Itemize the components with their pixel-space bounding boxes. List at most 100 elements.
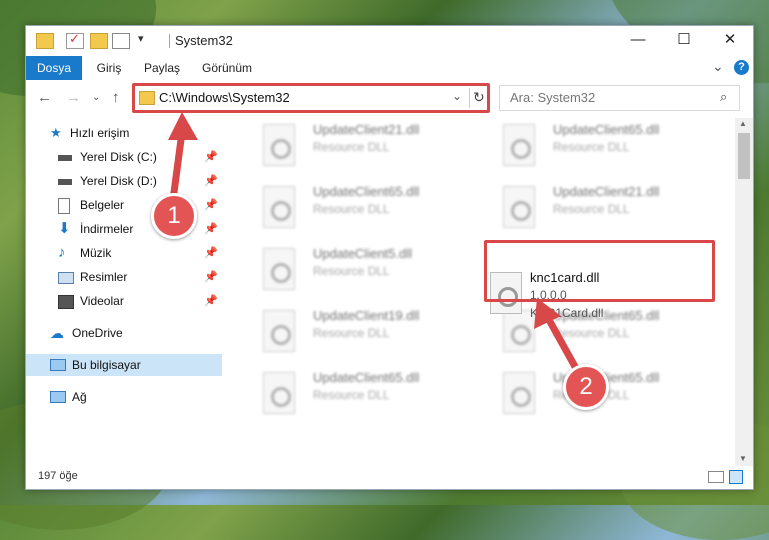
tab-file[interactable]: Dosya — [26, 56, 82, 80]
pin-icon[interactable]: 📌 — [204, 146, 218, 168]
documents-icon — [58, 198, 70, 214]
list-item[interactable]: UpdateClient19.dll Resource DLL — [243, 306, 473, 370]
sidebar-item-network[interactable]: Ağ — [26, 386, 222, 408]
file-description: Resource DLL — [313, 140, 390, 154]
minimize-button[interactable]: — — [615, 26, 661, 56]
dll-file-icon — [503, 186, 535, 228]
navigation-pane: ★ Hızlı erişim Yerel Disk (C:) 📌 Yerel D… — [26, 118, 222, 466]
list-item[interactable]: UpdateClient21.dll Resource DLL — [483, 182, 713, 246]
list-item[interactable]: UpdateClient65.dll Resource DLL — [483, 120, 713, 184]
item-count: 197 öğe — [38, 470, 78, 482]
search-field[interactable]: Ara: System32 ⌕ — [499, 85, 740, 111]
pin-icon[interactable]: 📌 — [204, 194, 218, 216]
ribbon-expand-icon[interactable]: ⌄ — [712, 58, 724, 75]
sidebar-item-onedrive[interactable]: ☁ OneDrive — [26, 322, 222, 344]
pin-icon[interactable]: 📌 — [204, 266, 218, 288]
folder-icon — [36, 33, 54, 49]
close-button[interactable]: ✕ — [707, 26, 753, 56]
step-2-badge: 2 — [563, 364, 609, 410]
sidebar-item-quick-access[interactable]: ★ Hızlı erişim — [26, 122, 222, 144]
sidebar-item-label: Bu bilgisayar — [72, 358, 141, 372]
list-item[interactable]: UpdateClient65.dll Resource DLL — [243, 368, 473, 432]
search-placeholder: Ara: System32 — [510, 90, 596, 105]
dll-file-icon — [263, 372, 295, 414]
file-description: Resource DLL — [313, 264, 390, 278]
scroll-up-icon[interactable]: ▲ — [739, 119, 747, 128]
dll-file-icon — [503, 124, 535, 166]
properties-icon[interactable]: ✓ — [66, 31, 84, 49]
file-name: UpdateClient19.dll — [313, 308, 420, 323]
network-icon — [50, 391, 66, 403]
pin-icon[interactable]: 📌 — [204, 242, 218, 264]
customize-toolbar-icon[interactable] — [112, 33, 130, 49]
list-item[interactable]: UpdateClient21.dll Resource DLL — [243, 120, 473, 184]
tab-view[interactable]: Görünüm — [196, 56, 258, 80]
sidebar-item-this-pc[interactable]: Bu bilgisayar — [26, 354, 222, 376]
back-arrow-icon[interactable]: ← — [37, 89, 52, 106]
file-name: UpdateClient65.dll — [313, 184, 420, 199]
sidebar-item-label: Yerel Disk (D:) — [80, 174, 157, 188]
large-icons-view-icon[interactable] — [729, 470, 743, 484]
pictures-icon — [58, 272, 74, 284]
status-bar: 197 öğe — [26, 466, 753, 489]
dll-file-icon — [263, 310, 295, 352]
help-icon[interactable]: ? — [734, 60, 749, 75]
search-icon[interactable]: ⌕ — [720, 89, 727, 105]
sidebar-item-disk-c[interactable]: Yerel Disk (C:) 📌 — [26, 146, 222, 168]
file-description: Resource DLL — [553, 140, 630, 154]
sidebar-item-label: OneDrive — [72, 326, 123, 340]
star-icon: ★ — [50, 125, 62, 140]
pin-icon[interactable]: 📌 — [204, 290, 218, 312]
scroll-down-icon[interactable]: ▼ — [739, 454, 747, 463]
sidebar-item-label: Hızlı erişim — [70, 126, 130, 140]
sidebar-item-label: Müzik — [80, 246, 112, 260]
tab-share[interactable]: Paylaş — [136, 56, 188, 80]
sidebar-item-disk-d[interactable]: Yerel Disk (D:) 📌 — [26, 170, 222, 192]
sidebar-item-label: Ağ — [72, 390, 87, 404]
details-view-icon[interactable] — [708, 471, 724, 483]
maximize-button[interactable]: ☐ — [661, 26, 707, 56]
file-highlight-box — [484, 240, 715, 302]
dll-file-icon — [263, 186, 295, 228]
sidebar-item-label: Belgeler — [80, 198, 125, 212]
list-item[interactable]: UpdateClient65.dll Resource DLL — [243, 182, 473, 246]
videos-icon — [58, 295, 74, 309]
up-arrow-icon[interactable]: ↑ — [112, 89, 120, 106]
title-bar: ✓ ▾ System32 — ☐ ✕ — [26, 26, 753, 56]
explorer-window: ✓ ▾ System32 — ☐ ✕ Dosya Giriş Paylaş Gö… — [25, 25, 754, 490]
file-name: UpdateClient21.dll — [553, 184, 660, 199]
ribbon: Dosya Giriş Paylaş Görünüm ⌄ ? — [26, 56, 753, 81]
file-name: UpdateClient21.dll — [313, 122, 420, 137]
file-description: KNC1Card.dll — [530, 306, 604, 320]
sidebar-item-videos[interactable]: Videolar 📌 — [26, 290, 222, 312]
pin-icon[interactable]: 📌 — [204, 170, 218, 192]
list-item[interactable]: UpdateClient5.dll Resource DLL — [243, 244, 473, 308]
tab-home[interactable]: Giriş — [86, 56, 132, 80]
dropdown-icon[interactable]: ▾ — [138, 32, 144, 45]
computer-icon — [50, 359, 66, 371]
drive-icon — [58, 179, 72, 185]
sidebar-item-label: Resimler — [80, 270, 128, 284]
pin-icon[interactable]: 📌 — [204, 218, 218, 240]
recent-locations-icon[interactable]: ⌄ — [92, 92, 100, 103]
sidebar-item-label: Yerel Disk (C:) — [80, 150, 157, 164]
dll-file-icon — [263, 124, 295, 166]
new-folder-icon[interactable] — [90, 33, 108, 49]
step-1-badge: 1 — [151, 193, 197, 239]
sidebar-item-music[interactable]: ♪ Müzik 📌 — [26, 242, 222, 264]
vertical-scrollbar[interactable]: ▲ ▼ — [735, 118, 753, 466]
title-separator — [169, 34, 170, 48]
file-name: UpdateClient65.dll — [313, 370, 420, 385]
scrollbar-thumb[interactable] — [738, 133, 750, 179]
sidebar-item-pictures[interactable]: Resimler 📌 — [26, 266, 222, 288]
sidebar-item-label: Videolar — [80, 294, 124, 308]
dll-file-icon — [503, 372, 535, 414]
file-description: Resource DLL — [313, 202, 390, 216]
forward-arrow-icon[interactable]: → — [66, 89, 81, 106]
download-icon: ⬇ — [58, 220, 71, 237]
file-description: Resource DLL — [553, 326, 630, 340]
music-icon: ♪ — [58, 244, 66, 261]
file-description: Resource DLL — [313, 388, 390, 402]
file-description: Resource DLL — [553, 202, 630, 216]
address-highlight-box — [132, 83, 490, 113]
